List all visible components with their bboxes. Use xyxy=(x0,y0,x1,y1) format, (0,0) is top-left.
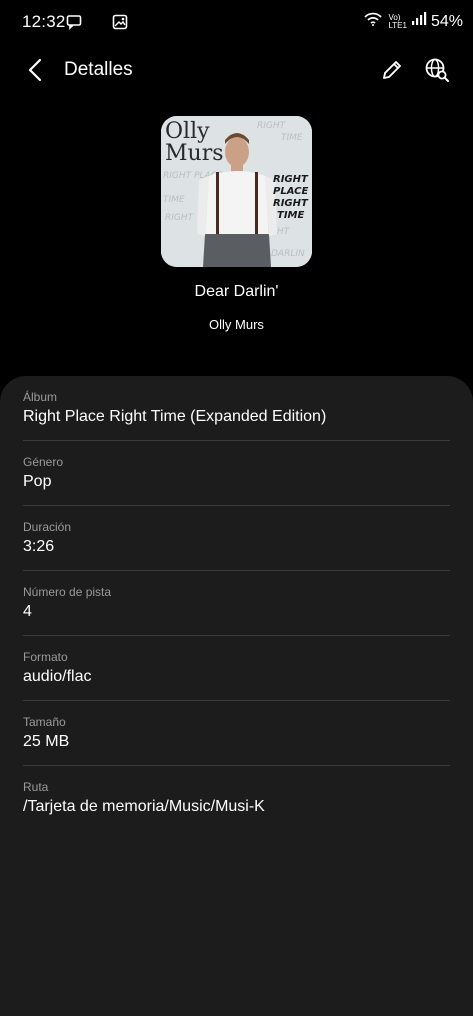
svg-text:RIGHT: RIGHT xyxy=(257,121,287,131)
song-artist: Olly Murs xyxy=(209,317,264,332)
lte-label: LTE1 xyxy=(388,20,407,30)
detail-value: Right Place Right Time (Expanded Edition… xyxy=(23,408,327,425)
detail-value: 25 MB xyxy=(23,733,70,750)
status-time: 12:32 xyxy=(22,12,66,31)
back-arrow-icon xyxy=(28,58,42,82)
volte-icon: Vo) LTE1 xyxy=(388,13,407,30)
album-title-text-2: PLACE xyxy=(273,186,308,197)
detail-row-format: Formato audio/flac xyxy=(23,636,450,701)
detail-value: /Tarjeta de memoria/Music/Musi-K xyxy=(23,798,265,815)
detail-label: Número de pista xyxy=(23,585,112,599)
globe-search-icon xyxy=(425,58,449,82)
detail-row-duration: Duración 3:26 xyxy=(23,506,450,571)
svg-text:RIGHT: RIGHT xyxy=(165,213,195,223)
wifi-icon xyxy=(364,12,383,31)
signal-icon xyxy=(411,12,427,31)
detail-row-album: Álbum Right Place Right Time (Expanded E… xyxy=(23,376,450,441)
message-icon xyxy=(66,14,82,35)
gallery-icon xyxy=(112,14,128,35)
album-title-text-1: RIGHT xyxy=(273,174,309,185)
battery-percent: 54% xyxy=(430,12,463,30)
song-title: Dear Darlin' xyxy=(194,283,279,300)
svg-text:DARLIN: DARLIN xyxy=(271,249,305,259)
back-button[interactable] xyxy=(20,54,52,86)
detail-label: Ruta xyxy=(23,780,49,794)
status-system-icons: Vo) LTE1 54% xyxy=(364,12,463,31)
page-title: Detalles xyxy=(64,59,133,80)
detail-label: Género xyxy=(23,455,64,469)
detail-row-track-number: Número de pista 4 xyxy=(23,571,450,636)
svg-text:TIME: TIME xyxy=(281,133,303,143)
album-title-text-4: TIME xyxy=(277,210,304,221)
detail-label: Álbum xyxy=(23,390,58,404)
detail-label: Tamaño xyxy=(23,715,66,729)
detail-label: Duración xyxy=(23,520,72,534)
edit-button[interactable] xyxy=(376,54,408,86)
detail-value: 3:26 xyxy=(23,538,55,555)
detail-value: audio/flac xyxy=(23,668,92,685)
detail-row-size: Tamaño 25 MB xyxy=(23,701,450,766)
pencil-icon xyxy=(383,61,401,79)
detail-value: 4 xyxy=(23,603,32,620)
album-artist-text-2: Murs xyxy=(165,141,224,166)
status-bar: 12:32 Vo) LTE1 54% xyxy=(0,0,473,44)
detail-value: Pop xyxy=(23,473,52,490)
album-title-text-3: RIGHT xyxy=(273,198,309,209)
detail-row-path: Ruta /Tarjeta de memoria/Music/Musi-K xyxy=(23,766,450,831)
detail-row-genre: Género Pop xyxy=(23,441,450,506)
status-notification-icons xyxy=(66,14,128,35)
album-art: RIGHT TIME RIGHT PLACE TIME RIGHT RIGHT … xyxy=(161,116,312,267)
details-panel: Álbum Right Place Right Time (Expanded E… xyxy=(0,376,473,1016)
moon-icon xyxy=(91,14,103,35)
web-search-button[interactable] xyxy=(421,54,453,86)
app-header: Detalles xyxy=(0,44,473,96)
svg-text:TIME: TIME xyxy=(163,195,185,205)
detail-label: Formato xyxy=(23,650,68,664)
